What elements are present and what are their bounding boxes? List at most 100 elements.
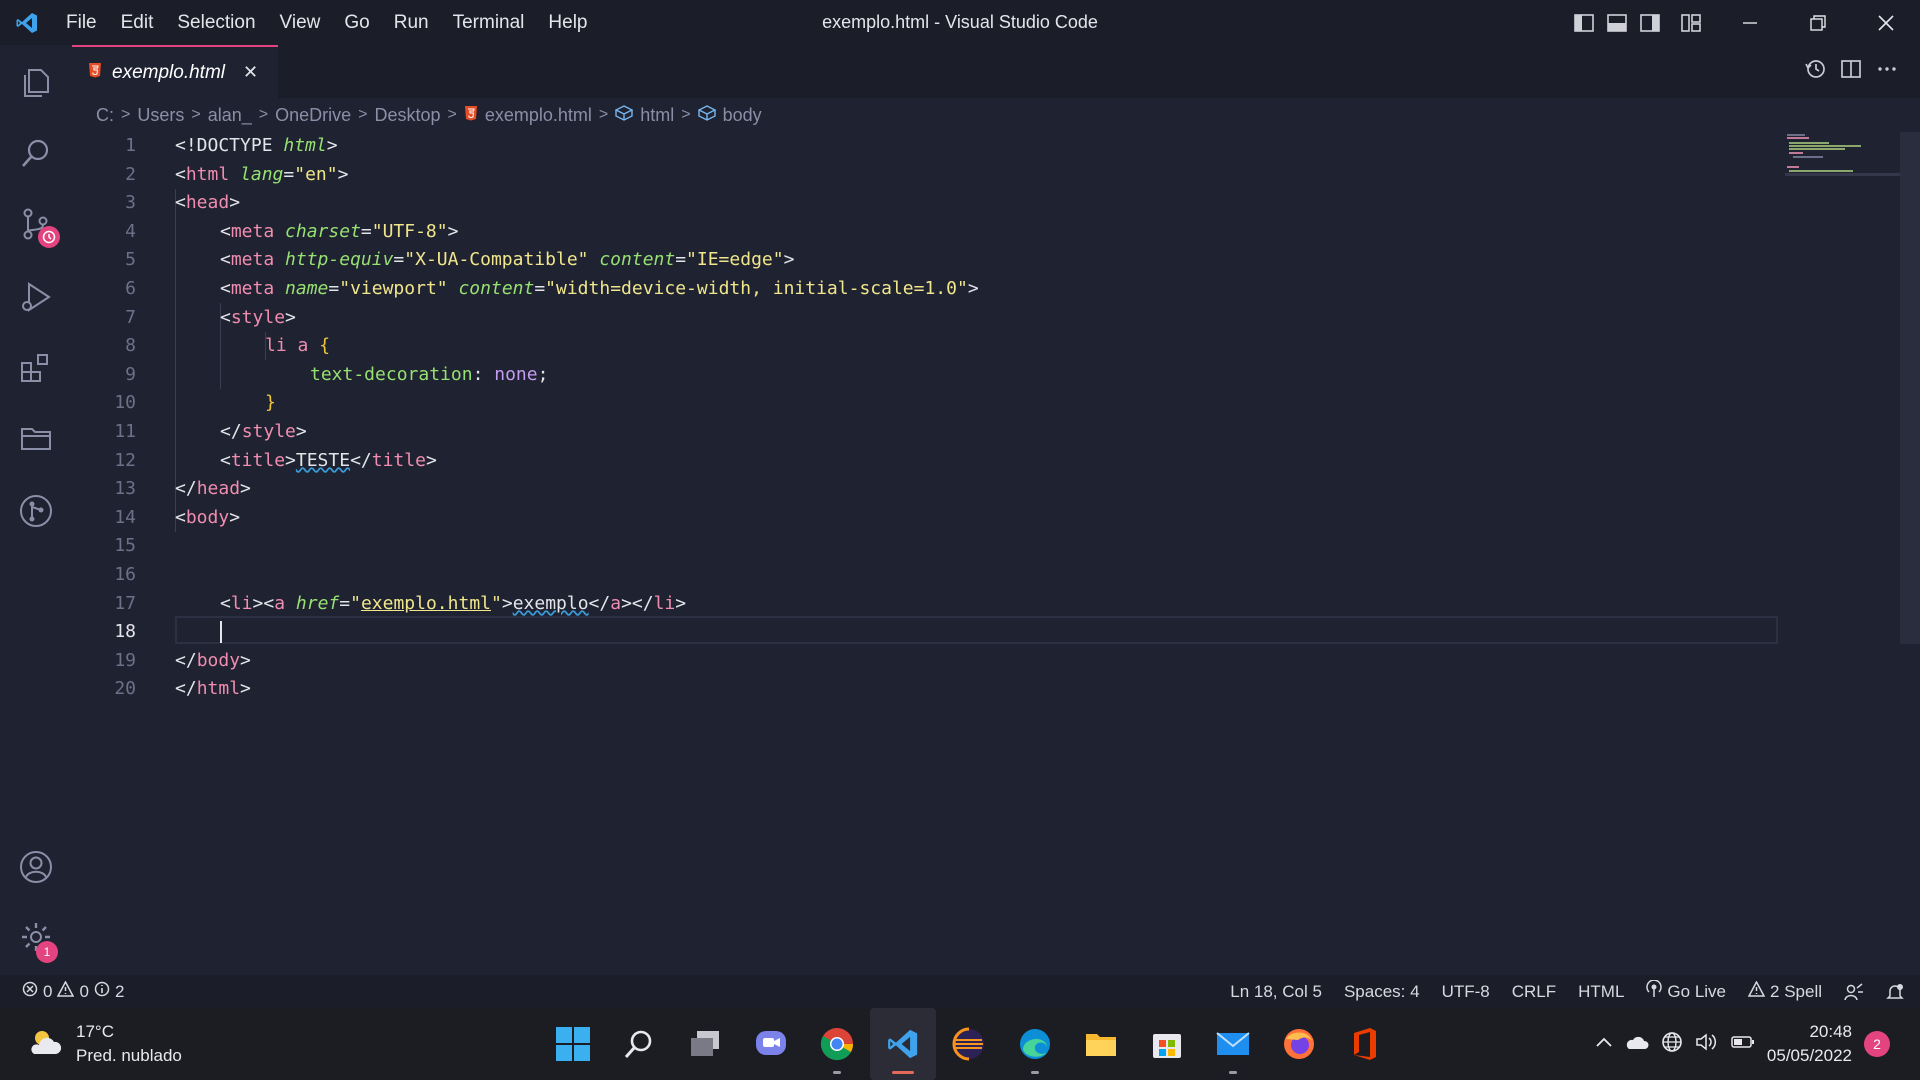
end-of-line[interactable]: CRLF <box>1501 982 1567 1002</box>
line-number: 14 <box>114 506 136 528</box>
code-line: <title>TESTE</title> <box>220 449 437 471</box>
settings-gear-icon[interactable]: 1 <box>0 907 72 967</box>
language-mode[interactable]: HTML <box>1567 982 1635 1002</box>
line-number: 11 <box>114 421 136 442</box>
menu-go[interactable]: Go <box>332 12 381 34</box>
code-line: <head> <box>175 192 241 214</box>
battery-icon[interactable] <box>1731 1035 1755 1054</box>
code-line: li a { <box>265 335 331 357</box>
breadcrumb-drive[interactable]: C: <box>96 105 114 126</box>
split-editor-icon[interactable] <box>1840 58 1862 85</box>
code-line: <style> <box>220 306 296 328</box>
encoding[interactable]: UTF-8 <box>1431 982 1501 1002</box>
line-number: 19 <box>114 649 136 671</box>
code-editor[interactable]: 1 <!DOCTYPE html> 2 <html lang="en"> 3 <hea… <box>72 132 1920 975</box>
search-icon[interactable] <box>0 123 72 183</box>
windows-taskbar: 17°C Pred. nublado 20:48 05/05/2022 2 <box>0 1008 1920 1080</box>
onedrive-cloud-icon[interactable] <box>1625 1034 1649 1055</box>
menu-edit[interactable]: Edit <box>109 12 166 34</box>
weather-description: Pred. nublado <box>76 1046 182 1065</box>
error-count: 0 <box>43 981 53 1001</box>
chrome-icon[interactable] <box>804 1008 870 1080</box>
breadcrumb-desktop[interactable]: Desktop <box>374 105 440 126</box>
mail-icon[interactable] <box>1200 1008 1266 1080</box>
close-window-icon[interactable] <box>1852 0 1920 45</box>
toggle-panel-icon[interactable] <box>1600 0 1633 45</box>
edge-icon[interactable] <box>1002 1008 1068 1080</box>
menu-file[interactable]: File <box>54 12 109 34</box>
vertical-scrollbar[interactable] <box>1900 132 1920 644</box>
customize-layout-icon[interactable] <box>1666 0 1716 45</box>
menu-run[interactable]: Run <box>382 12 441 34</box>
explorer-icon[interactable] <box>0 53 72 113</box>
office-icon[interactable] <box>1332 1008 1398 1080</box>
source-control-badge <box>38 226 60 248</box>
minimap[interactable] <box>1785 132 1900 192</box>
run-debug-icon[interactable] <box>0 267 72 327</box>
clock[interactable]: 20:48 05/05/2022 <box>1767 1020 1852 1068</box>
cursor-position[interactable]: Ln 18, Col 5 <box>1219 982 1333 1002</box>
timeline-history-icon[interactable] <box>1804 58 1826 85</box>
date: 05/05/2022 <box>1766 1046 1852 1065</box>
eclipse-icon[interactable] <box>936 1008 1002 1080</box>
menu-selection[interactable]: Selection <box>165 12 267 34</box>
line-number: 2 <box>125 163 136 185</box>
breadcrumb-separator: > <box>258 106 269 123</box>
teams-chat-icon[interactable] <box>738 1008 804 1080</box>
more-actions-icon[interactable] <box>1876 58 1898 85</box>
folder-icon[interactable] <box>0 408 72 468</box>
weather-widget[interactable]: 17°C Pred. nublado <box>26 1020 182 1068</box>
menu-help[interactable]: Help <box>536 12 599 34</box>
start-button[interactable] <box>540 1008 606 1080</box>
breadcrumb-users[interactable]: Users <box>137 105 184 126</box>
restore-icon[interactable] <box>1784 0 1852 45</box>
menu-bar: File Edit Selection View Go Run Terminal… <box>54 12 600 34</box>
toggle-primary-sidebar-icon[interactable] <box>1567 0 1600 45</box>
menu-view[interactable]: View <box>268 12 333 34</box>
menu-terminal[interactable]: Terminal <box>441 12 537 34</box>
line-number: 13 <box>114 478 136 500</box>
spell-check-indicator[interactable]: 2 Spell <box>1737 980 1833 1002</box>
notifications-bell-icon[interactable] <box>1875 983 1920 1001</box>
notification-badge[interactable]: 2 <box>1864 1031 1890 1057</box>
code-line: text-decoration: none; <box>310 363 549 385</box>
breadcrumb-user[interactable]: alan_ <box>208 105 252 126</box>
go-live-button[interactable]: Go Live <box>1635 979 1737 1003</box>
feedback-icon[interactable] <box>1833 982 1875 1001</box>
breadcrumb-onedrive[interactable]: OneDrive <box>275 105 351 126</box>
line-number: 9 <box>125 363 136 385</box>
breadcrumb-file[interactable]: exemplo.html <box>485 105 592 126</box>
firefox-icon[interactable] <box>1266 1008 1332 1080</box>
tab-exemplo-html[interactable]: exemplo.html ✕ <box>72 45 278 98</box>
show-hidden-icons-icon[interactable] <box>1595 1035 1613 1053</box>
breadcrumb-separator: > <box>121 106 131 123</box>
extensions-icon[interactable] <box>0 338 72 398</box>
code-line: <li><a href="exemplo.html">exemplo</a></… <box>220 592 687 614</box>
partly-cloudy-icon <box>26 1026 62 1063</box>
tab-close-icon[interactable]: ✕ <box>243 62 258 83</box>
taskbar-search-icon[interactable] <box>606 1008 672 1080</box>
status-bar: 0 0 2 Ln 18, Col 5 Spaces: 4 UTF-8 CRLF … <box>0 975 1920 1008</box>
symbol-element-icon <box>614 104 634 126</box>
volume-icon[interactable] <box>1695 1032 1719 1057</box>
minimize-icon[interactable] <box>1716 0 1784 45</box>
breadcrumb-html[interactable]: html <box>640 105 674 126</box>
code-line: <!DOCTYPE html> <box>175 135 338 156</box>
accounts-icon[interactable] <box>0 837 72 897</box>
file-explorer-icon[interactable] <box>1068 1008 1134 1080</box>
indentation[interactable]: Spaces: 4 <box>1333 982 1431 1002</box>
microsoft-store-icon[interactable] <box>1134 1008 1200 1080</box>
line-number: 4 <box>125 220 136 242</box>
task-view-icon[interactable] <box>672 1008 738 1080</box>
breadcrumb-body[interactable]: body <box>723 105 762 126</box>
line-number: 16 <box>114 564 136 585</box>
git-graph-icon[interactable] <box>0 481 72 541</box>
vscode-taskbar-icon[interactable] <box>870 1008 936 1080</box>
toggle-secondary-sidebar-icon[interactable] <box>1633 0 1666 45</box>
text-cursor <box>220 621 222 643</box>
network-globe-icon[interactable] <box>1661 1031 1683 1058</box>
breadcrumb-separator: > <box>191 106 201 123</box>
breadcrumb: C: > Users > alan_ > OneDrive > Desktop … <box>72 98 1920 132</box>
problems-indicator[interactable]: 0 0 2 <box>0 980 135 1002</box>
source-control-icon[interactable] <box>0 194 72 254</box>
